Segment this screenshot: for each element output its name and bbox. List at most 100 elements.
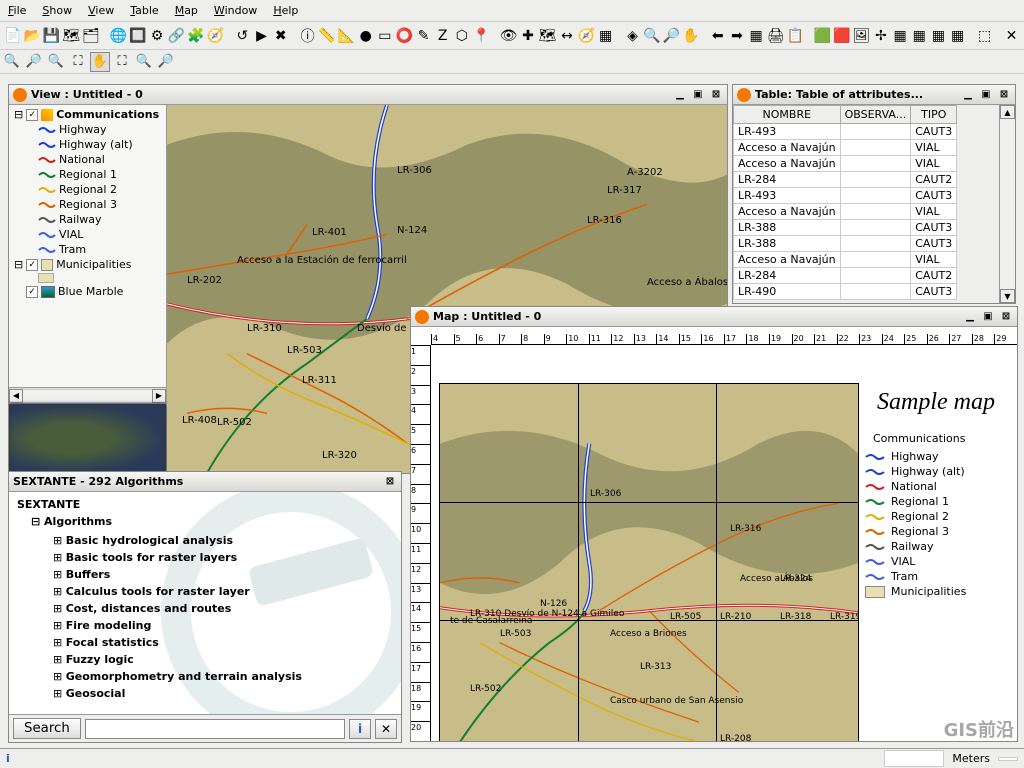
column-header[interactable]: OBSERVA... xyxy=(840,106,911,124)
algorithm-item[interactable]: Focal statistics xyxy=(17,634,393,651)
toolbar-button[interactable]: ▦ xyxy=(930,27,947,45)
algorithm-item[interactable]: Cost, distances and routes xyxy=(17,600,393,617)
scroll-up-icon[interactable]: ▲ xyxy=(1000,105,1015,119)
toolbar-button[interactable]: ↔ xyxy=(558,27,575,45)
layer-item[interactable]: National xyxy=(59,153,105,166)
table-vscroll[interactable]: ▲ ▼ xyxy=(999,105,1015,303)
table-row[interactable]: LR-388CAUT3 xyxy=(734,236,957,252)
toolbar-button[interactable]: 🖼 xyxy=(853,27,871,45)
algorithm-item[interactable]: Buffers xyxy=(17,566,393,583)
toolbar-button[interactable]: 👁 xyxy=(500,27,518,45)
menu-help[interactable]: Help xyxy=(269,2,302,19)
info-icon[interactable]: i xyxy=(6,752,10,765)
algorithm-item[interactable]: Geosocial xyxy=(17,685,393,702)
table-row[interactable]: LR-490CAUT3 xyxy=(734,284,957,300)
locator-map[interactable] xyxy=(9,403,166,473)
algorithm-item[interactable]: Geomorphometry and terrain analysis xyxy=(17,668,393,685)
toolbar-button[interactable]: ▦ xyxy=(597,27,614,45)
sextante-root[interactable]: SEXTANTE xyxy=(17,496,393,513)
algorithm-item[interactable]: Basic hydrological analysis xyxy=(17,532,393,549)
toolbar-button[interactable]: 📄 xyxy=(4,27,21,45)
toolbar-button[interactable]: 🟩 xyxy=(814,27,831,45)
table-row[interactable]: Acceso a NavajúnVIAL xyxy=(734,140,957,156)
toolbar-button[interactable]: ✚ xyxy=(519,27,536,45)
toolbar-button[interactable]: 📐 xyxy=(338,27,355,45)
toolbar-button[interactable]: 🗺 xyxy=(539,27,557,45)
toolbar-button[interactable]: ✕ xyxy=(1003,27,1020,45)
scroll-down-icon[interactable]: ▼ xyxy=(1000,289,1015,303)
toolbar-button[interactable]: 📂 xyxy=(23,27,40,45)
view-tool-button[interactable]: 🔍 xyxy=(46,52,66,72)
layer-item[interactable]: Regional 1 xyxy=(59,168,117,181)
toolbar-button[interactable]: ↺ xyxy=(234,27,251,45)
table-row[interactable]: LR-493CAUT3 xyxy=(734,188,957,204)
menu-show[interactable]: Show xyxy=(38,2,76,19)
column-header[interactable]: NOMBRE xyxy=(734,106,841,124)
toolbar-button[interactable]: 🔗 xyxy=(168,27,185,45)
table-row[interactable]: LR-388CAUT3 xyxy=(734,220,957,236)
view-tool-button[interactable]: ⛶ xyxy=(112,52,132,72)
table-row[interactable]: Acceso a NavajúnVIAL xyxy=(734,252,957,268)
layer-item[interactable]: Tram xyxy=(59,243,86,256)
toolbar-button[interactable]: 💾 xyxy=(43,27,60,45)
table-row[interactable]: Acceso a NavajúnVIAL xyxy=(734,156,957,172)
toolbar-button[interactable]: ⬡ xyxy=(453,27,470,45)
layer-item[interactable]: Regional 3 xyxy=(59,198,117,211)
toolbar-button[interactable]: ✖ xyxy=(272,27,289,45)
view-tool-button[interactable]: ✋ xyxy=(90,52,110,72)
toolbar-button[interactable]: ▦ xyxy=(911,27,928,45)
layer-item[interactable]: Highway xyxy=(59,123,107,136)
view-tool-button[interactable]: 🔍 xyxy=(2,52,22,72)
menu-window[interactable]: Window xyxy=(210,2,261,19)
layer-item[interactable]: Railway xyxy=(59,213,102,226)
toolbar-button[interactable]: 🟥 xyxy=(833,27,850,45)
toolbar-button[interactable]: ● xyxy=(357,27,374,45)
toolbar-button[interactable]: ⚙ xyxy=(148,27,165,45)
search-button[interactable]: Search xyxy=(13,718,81,739)
minimize-icon[interactable]: ▁ xyxy=(963,310,977,324)
layer-item[interactable]: Highway (alt) xyxy=(59,138,133,151)
toolbar-button[interactable]: 🗂 xyxy=(82,27,100,45)
maximize-icon[interactable]: ▣ xyxy=(979,88,993,102)
toolbar-button[interactable]: ✢ xyxy=(872,27,889,45)
toolbar-button[interactable]: ⓘ xyxy=(299,27,316,45)
view-tool-button[interactable]: 🔎 xyxy=(156,52,176,72)
sextante-tree[interactable]: SEXTANTE ⊟ Algorithms Basic hydrological… xyxy=(9,492,401,708)
toolbar-button[interactable]: ▶ xyxy=(253,27,270,45)
toolbar-button[interactable]: 🧭 xyxy=(578,27,595,45)
toolbar-button[interactable]: ▭ xyxy=(376,27,393,45)
toolbar-button[interactable]: ✎ xyxy=(415,27,432,45)
view-tool-button[interactable]: 🔍 xyxy=(134,52,154,72)
scroll-right-icon[interactable]: ▶ xyxy=(152,389,166,403)
close-icon[interactable]: ⊠ xyxy=(709,88,723,102)
table-row[interactable]: Acceso a NavajúnVIAL xyxy=(734,204,957,220)
info-icon[interactable]: i xyxy=(349,719,371,739)
toolbar-button[interactable]: ✋ xyxy=(682,27,699,45)
toolbar-button[interactable]: ⭕ xyxy=(395,27,412,45)
toc-hscroll[interactable]: ◀ ▶ xyxy=(9,387,166,403)
toolbar-button[interactable]: 🧭 xyxy=(207,27,224,45)
minimize-icon[interactable]: ▁ xyxy=(961,88,975,102)
close-icon[interactable]: ⊠ xyxy=(383,475,397,489)
toolbar-button[interactable]: ⬚ xyxy=(976,27,993,45)
table-titlebar[interactable]: Table: Table of attributes... ▁ ▣ ⊠ xyxy=(733,85,1015,105)
search-input[interactable] xyxy=(85,719,345,739)
maximize-icon[interactable]: ▣ xyxy=(691,88,705,102)
column-header[interactable]: TIPO xyxy=(911,106,957,124)
toolbar-button[interactable]: 🔎 xyxy=(663,27,680,45)
close-icon[interactable]: ⊠ xyxy=(999,310,1013,324)
toolbar-button[interactable]: 🌐 xyxy=(110,27,127,45)
toolbar-button[interactable]: Ζ xyxy=(434,27,451,45)
toolbar-button[interactable]: ▦ xyxy=(949,27,966,45)
toolbar-button[interactable]: ▦ xyxy=(892,27,909,45)
menu-file[interactable]: File xyxy=(4,2,30,19)
close-icon[interactable]: ⊠ xyxy=(997,88,1011,102)
toolbar-button[interactable]: 🔍 xyxy=(643,27,660,45)
toolbar-button[interactable]: ▦ xyxy=(748,27,765,45)
sextante-titlebar[interactable]: SEXTANTE - 292 Algorithms ⊠ xyxy=(9,472,401,492)
menu-map[interactable]: Map xyxy=(171,2,202,19)
toolbar-button[interactable]: 🖨 xyxy=(767,27,785,45)
view-tool-button[interactable]: ⛶ xyxy=(68,52,88,72)
table-row[interactable]: LR-493CAUT3 xyxy=(734,124,957,140)
algorithm-item[interactable]: Basic tools for raster layers xyxy=(17,549,393,566)
